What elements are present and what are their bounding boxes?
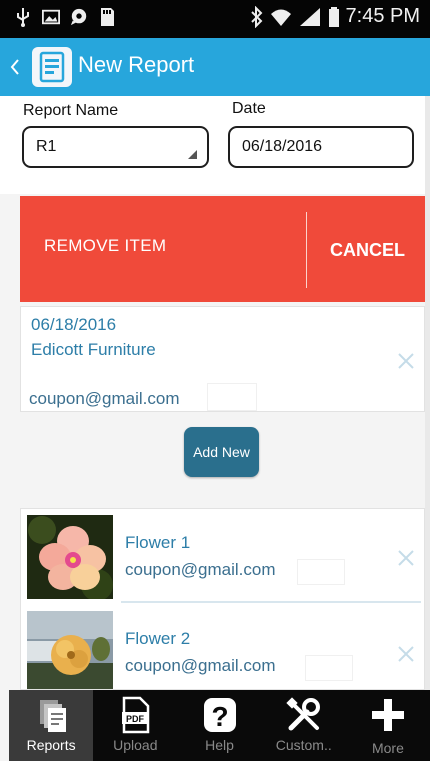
nav-label: More [371,740,404,756]
resize-corner-icon [188,150,197,159]
date-field[interactable]: 06/18/2016 [228,126,414,168]
blank-box [207,383,257,411]
close-icon[interactable] [395,547,417,569]
report-name-label: Report Name [23,102,119,119]
chat-icon [70,8,87,26]
app-bar: New Report [0,38,430,96]
tools-icon [286,697,320,731]
blank-box [297,559,345,585]
system-indicators: 7:45 PM [250,5,420,28]
blank-box [305,655,353,681]
clock: 7:45 PM [345,5,420,27]
item-list: Flower 1 coupon@gmail.com Flower 2 coupo… [20,508,425,690]
item-email: coupon@gmail.com [125,560,276,579]
action-divider [306,212,307,288]
report-email: coupon@gmail.com [29,389,180,408]
date-value: 06/18/2016 [242,138,323,155]
remove-item-button[interactable]: REMOVE ITEM [44,236,166,256]
usb-icon [17,8,29,27]
wifi-icon [270,9,291,26]
report-name-field[interactable]: R1 [22,126,209,168]
cancel-button[interactable]: CANCEL [330,240,405,261]
nav-upload[interactable]: PDF Upload [93,690,177,761]
svg-text:?: ? [211,701,228,732]
item-title: Flower 1 [125,533,191,552]
bluetooth-icon [250,5,262,28]
list-item[interactable]: Flower 1 coupon@gmail.com [21,509,424,603]
plus-icon [371,699,404,731]
report-form: Report Name Date R1 06/18/2016 [0,96,430,194]
report-summary-card[interactable]: 06/18/2016 Edicott Furniture coupon@gmai… [20,306,425,412]
selection-action-bar: REMOVE ITEM CANCEL [20,196,425,302]
battery-icon [328,6,339,27]
help-icon: ? [203,698,236,732]
close-icon[interactable] [395,350,417,372]
image-icon [42,9,60,25]
back-chevron-icon[interactable] [6,54,26,80]
page-title: New Report [78,52,195,77]
app-logo-icon[interactable] [32,47,72,87]
nav-custom[interactable]: Custom.. [262,690,346,761]
date-label: Date [232,100,266,117]
reports-icon [40,700,67,732]
bottom-navigation: Reports PDF Upload ? Help Custom.. More [9,690,430,761]
report-name-value: R1 [36,138,57,155]
flower-2-thumbnail [27,611,113,689]
company-name: Edicott Furniture [31,340,156,359]
svg-text:PDF: PDF [126,714,145,724]
nav-reports[interactable]: Reports [9,690,94,761]
flower-1-thumbnail [27,515,113,599]
nav-help[interactable]: ? Help [177,690,261,761]
row-divider [121,601,421,603]
item-email: coupon@gmail.com [125,656,276,675]
add-new-button[interactable]: Add New [184,427,259,477]
sd-card-icon [101,8,114,26]
close-icon[interactable] [395,643,417,665]
nav-label: Upload [113,737,158,753]
app-screen: 7:45 PM New Report Report Name Date R1 0… [0,0,430,761]
notification-icons [14,7,116,27]
nav-label: Custom.. [275,737,332,753]
pdf-icon: PDF [122,696,150,734]
status-bar: 7:45 PM [0,0,430,38]
report-date: 06/18/2016 [31,315,117,334]
list-item[interactable]: Flower 2 coupon@gmail.com [21,605,424,689]
nav-more[interactable]: More [346,690,430,761]
item-title: Flower 2 [125,629,191,648]
nav-label: Help [205,737,234,753]
nav-label: Reports [26,737,76,753]
signal-icon [299,7,320,26]
scroll-edge [425,96,430,690]
